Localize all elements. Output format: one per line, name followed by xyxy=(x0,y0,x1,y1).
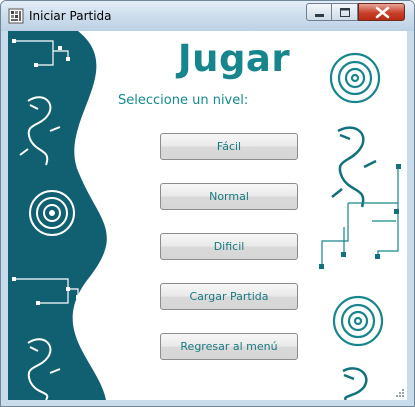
close-button[interactable] xyxy=(358,3,405,21)
spiral-icon xyxy=(329,52,384,347)
circuit-icon xyxy=(321,167,399,267)
close-icon xyxy=(375,6,390,19)
load-game-button[interactable]: Cargar Partida xyxy=(160,283,298,310)
window: Iniciar Partida Jugar Seleccione un nive… xyxy=(0,0,415,407)
app-icon xyxy=(8,8,24,24)
dragon-icon xyxy=(331,126,377,400)
back-to-menu-button[interactable]: Regresar al menú xyxy=(160,333,298,360)
window-title: Iniciar Partida xyxy=(29,9,112,23)
client-area: Jugar Seleccione un nivel: Fácil Normal … xyxy=(8,31,407,400)
hard-button[interactable]: Dificil xyxy=(160,233,298,260)
page-title: Jugar xyxy=(177,37,291,80)
left-panel xyxy=(8,31,107,400)
maximize-icon xyxy=(340,8,350,17)
spiral-icon xyxy=(29,190,75,236)
minimize-button[interactable] xyxy=(306,3,332,21)
normal-button[interactable]: Normal xyxy=(160,183,298,210)
level-prompt: Seleccione un nivel: xyxy=(118,93,249,108)
title-bar[interactable]: Iniciar Partida xyxy=(1,1,414,31)
easy-button[interactable]: Fácil xyxy=(160,133,298,160)
minimize-icon xyxy=(315,14,324,17)
resize-grip-icon[interactable] xyxy=(395,388,405,398)
maximize-button[interactable] xyxy=(332,3,358,21)
